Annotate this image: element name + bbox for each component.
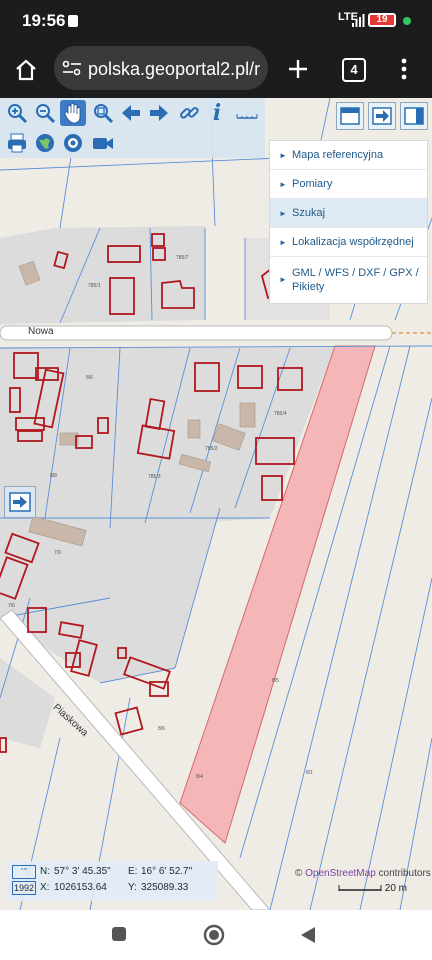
tab-switcher-button[interactable]: 4	[342, 58, 366, 82]
zoom-out-icon[interactable]	[32, 100, 58, 126]
coordinates-panel: °′″ 1992 N: 57° 3' 45.35" E: 16° 6' 52.7…	[8, 861, 218, 901]
epsg-label[interactable]: 1992	[12, 881, 36, 895]
privacy-dot-icon	[403, 17, 411, 25]
parcel-label: 785/3	[148, 474, 161, 480]
parcel-label: 8/6	[158, 726, 165, 732]
url-text: polska.geoportal2.pl/r	[88, 59, 261, 79]
parcel-label: 8/6	[86, 375, 93, 381]
home-button[interactable]	[203, 924, 225, 946]
osm-link[interactable]: OpenStreetMap	[305, 868, 376, 879]
expand-panel-button[interactable]	[4, 486, 36, 518]
more-menu-icon[interactable]	[398, 56, 410, 82]
pan-hand-icon[interactable]	[60, 100, 86, 126]
new-tab-icon[interactable]	[287, 58, 309, 80]
y-label: Y:	[128, 882, 137, 893]
parcel-label: 8/8	[50, 473, 57, 479]
menu-item-pomiary[interactable]: ► Pomiary	[270, 170, 427, 199]
print-icon[interactable]	[4, 130, 30, 156]
parcel-label: 7/9	[54, 550, 61, 556]
home-icon[interactable]	[14, 58, 38, 82]
parcel-label: 8/1	[306, 770, 313, 776]
x-value: 1026153.64	[54, 882, 107, 893]
triangle-right-icon: ►	[279, 275, 287, 284]
triangle-right-icon: ►	[279, 238, 287, 247]
target-icon[interactable]	[60, 130, 86, 156]
n-value: 57° 3' 45.35"	[54, 866, 111, 877]
e-label: E:	[128, 866, 138, 877]
notification-icon	[68, 15, 78, 27]
camera-icon[interactable]	[90, 130, 116, 156]
browser-toolbar: polska.geoportal2.pl/r 4	[0, 42, 432, 98]
measure-icon[interactable]	[234, 100, 260, 126]
dms-format-icon[interactable]: °′″	[12, 865, 36, 879]
parcel-label: 785/7	[176, 255, 189, 261]
arrow-right-icon[interactable]	[146, 100, 172, 126]
parcel-label: 785/4	[274, 411, 287, 417]
triangle-right-icon: ►	[279, 180, 287, 189]
url-bar[interactable]: polska.geoportal2.pl/r	[54, 46, 268, 90]
back-button[interactable]	[299, 925, 317, 945]
recents-button[interactable]	[112, 927, 126, 941]
y-value: 325089.33	[141, 882, 189, 893]
parcel-label: 7/6	[8, 603, 15, 609]
system-nav-bar	[0, 910, 432, 960]
menu-item-szukaj[interactable]: ► Szukaj	[270, 199, 427, 228]
map-attribution: © OpenStreetMap contributors	[295, 868, 431, 879]
status-time: 19:56	[22, 11, 66, 30]
menu-item-mapa-referencyjna[interactable]: ► Mapa referencyjna	[270, 141, 427, 170]
parcel-label: 785/1	[88, 283, 101, 289]
window-icon[interactable]	[336, 102, 364, 130]
scale-bar: 20 m	[338, 883, 407, 894]
parcel-label: 8/5	[272, 678, 279, 684]
tools-menu: ► Mapa referencyjna ► Pomiary ► Szukaj ► Lok…	[269, 140, 428, 304]
panel-buttons	[336, 102, 428, 130]
battery-icon: 19	[368, 13, 396, 27]
map-view[interactable]: i ► Mapa referencyjna ► Pomiary ► Szukaj…	[0, 98, 432, 910]
n-label: N:	[40, 866, 50, 877]
menu-item-gml[interactable]: ► GML / WFS / DXF / GPX / Pikiety	[270, 257, 427, 303]
map-toolbar: i	[0, 98, 265, 158]
triangle-right-icon: ►	[279, 151, 287, 160]
site-settings-icon[interactable]	[62, 60, 82, 76]
zoom-extent-icon[interactable]	[90, 100, 116, 126]
parcel-label: 8/4	[196, 774, 203, 780]
arrow-left-icon[interactable]	[118, 100, 144, 126]
export-arrow-icon[interactable]	[368, 102, 396, 130]
link-icon[interactable]	[176, 100, 202, 126]
globe-icon[interactable]	[32, 130, 58, 156]
scale-label: 20 m	[384, 883, 408, 894]
parcel-label: 785/2	[205, 446, 218, 452]
arrow-right-icon	[9, 492, 31, 512]
zoom-in-icon[interactable]	[4, 100, 30, 126]
triangle-right-icon: ►	[279, 209, 287, 218]
signal-icon	[352, 14, 365, 27]
x-label: X:	[40, 882, 50, 893]
e-value: 16° 6' 52.7"	[141, 866, 193, 877]
side-panel-icon[interactable]	[400, 102, 428, 130]
scale-line-icon	[338, 885, 382, 892]
info-icon[interactable]: i	[204, 100, 230, 126]
street-label-nowa: Nowa	[28, 326, 54, 337]
status-bar: 19:56 LTE 19	[0, 0, 432, 42]
menu-item-lokalizacja[interactable]: ► Lokalizacja współrzędnej	[270, 228, 427, 257]
